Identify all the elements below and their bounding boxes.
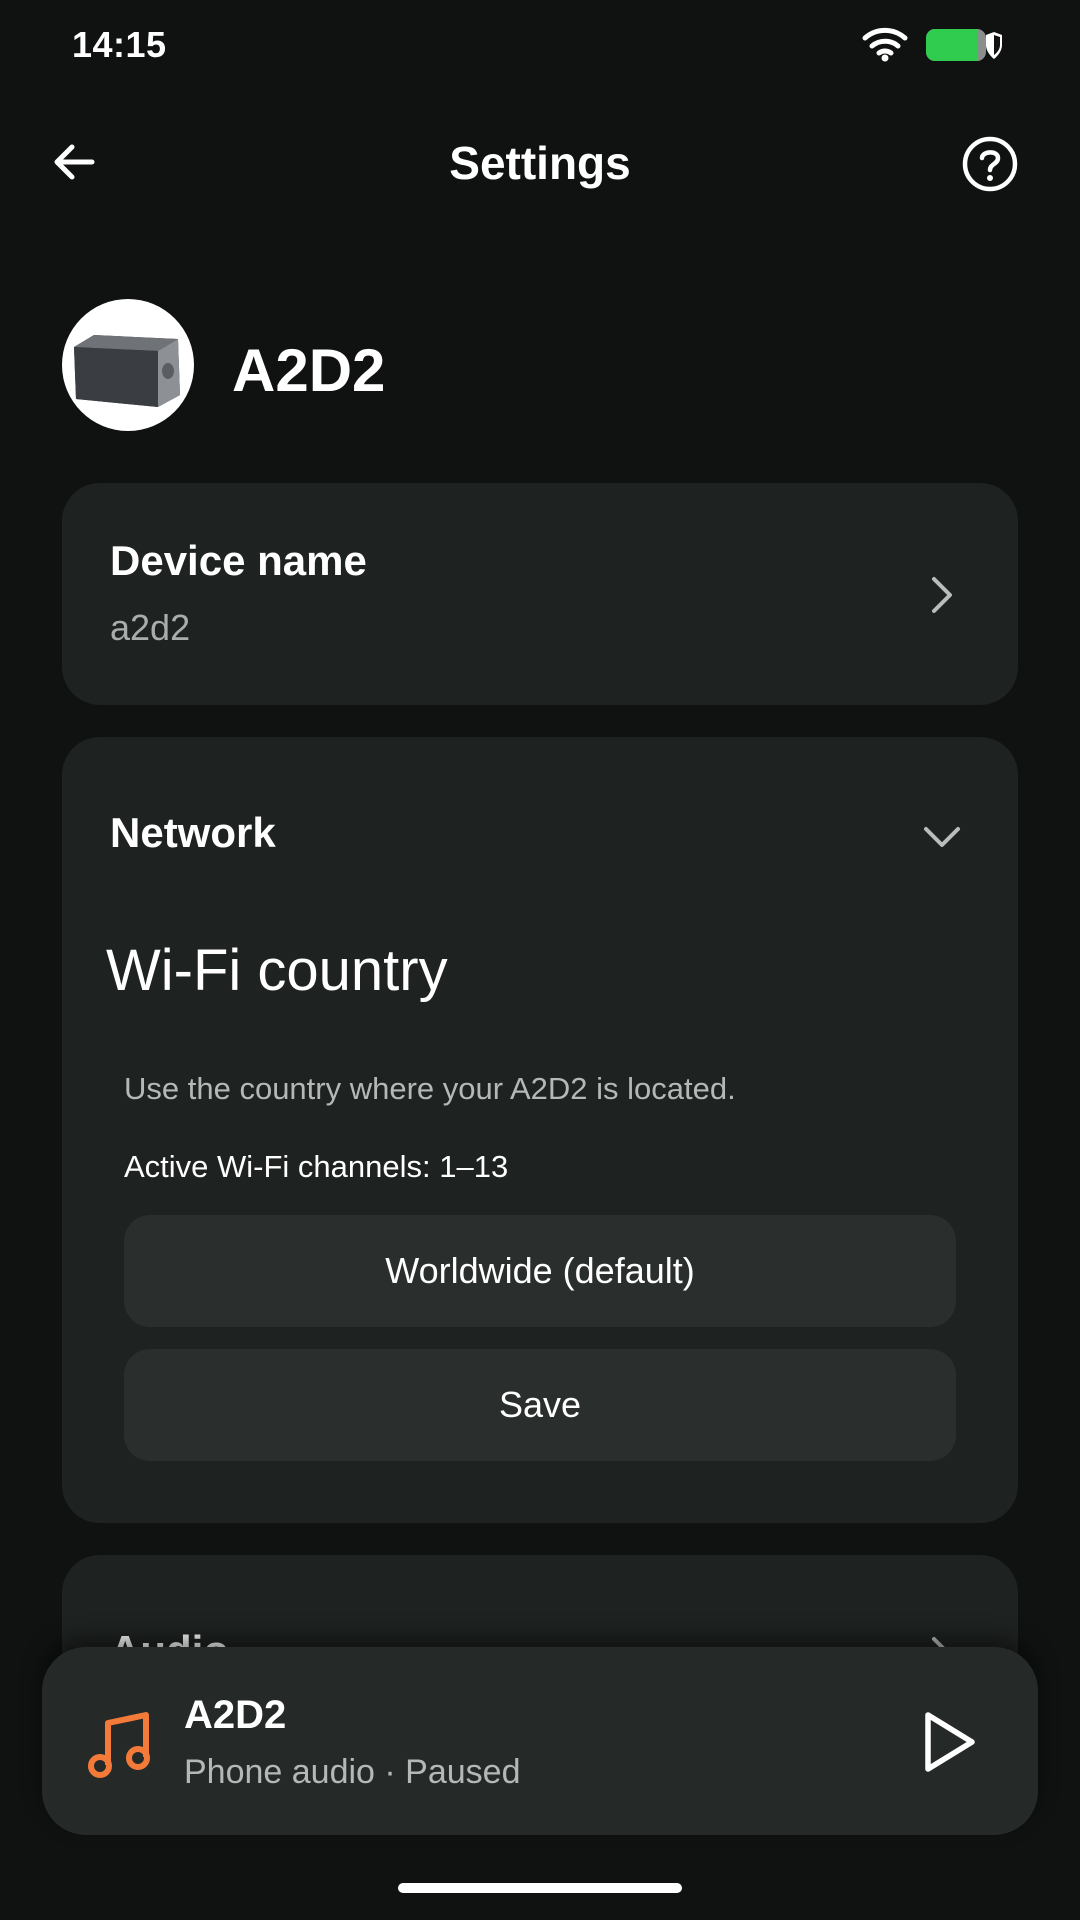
player-title: A2D2 [184, 1693, 287, 1737]
wifi-country-hint: Use the country where your A2D2 is locat… [124, 1071, 736, 1106]
device-name-row[interactable]: Device name a2d2 [62, 483, 1018, 705]
active-channels-text: Active Wi-Fi channels: 1–13 [124, 1149, 509, 1184]
mini-player[interactable]: A2D2 Phone audio · Paused [42, 1647, 1038, 1835]
device-avatar [62, 299, 194, 431]
home-indicator[interactable] [398, 1883, 682, 1893]
help-icon [962, 136, 1018, 192]
help-button[interactable] [960, 134, 1020, 194]
wifi-country-title: Wi-Fi country [106, 938, 448, 1003]
network-header[interactable]: Network [110, 809, 276, 857]
status-time: 14:15 [72, 24, 167, 65]
music-note-icon [88, 1712, 150, 1778]
wifi-icon [862, 27, 908, 62]
chevron-right-icon [932, 577, 952, 613]
device-name-value: a2d2 [110, 607, 191, 648]
play-icon[interactable] [912, 1707, 982, 1777]
device-name-label: Device name [110, 537, 367, 584]
device-image [74, 335, 180, 407]
network-section: Network Wi-Fi country Use the country wh… [62, 737, 1018, 1523]
device-title: A2D2 [232, 337, 386, 404]
chevron-down-icon[interactable] [918, 817, 966, 857]
player-subtitle: Phone audio · Paused [184, 1753, 521, 1791]
page-title: Settings [449, 137, 631, 189]
save-button[interactable]: Save [124, 1349, 956, 1461]
battery-icon [926, 29, 1002, 61]
wifi-country-select[interactable]: Worldwide (default) [124, 1215, 956, 1327]
